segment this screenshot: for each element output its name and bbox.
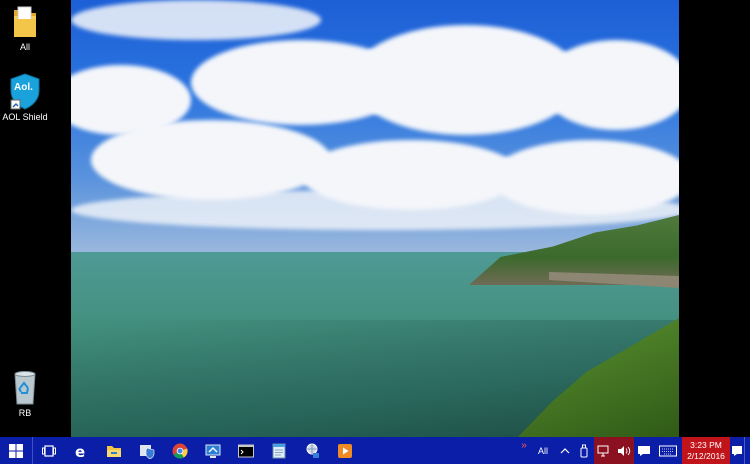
network-status-icon	[597, 445, 609, 456]
message-icon	[638, 445, 650, 456]
volume-icon	[618, 445, 631, 456]
desktop-icon-label: AOL Shield	[2, 112, 48, 122]
media-player-icon	[337, 443, 352, 458]
system-tray: » All 3:23 PM 2/12/2016	[518, 437, 750, 464]
desktop: All Aol. AOL Shield RB	[0, 0, 750, 437]
desktop-icon-recycle-bin[interactable]: RB	[0, 368, 50, 418]
tray-volume-button[interactable]	[614, 437, 634, 464]
toolbar-chevron: »	[521, 440, 527, 451]
desktop-icon-label: RB	[18, 408, 32, 418]
toolbar-expand-button[interactable]: »	[518, 437, 530, 464]
file-explorer-icon	[106, 445, 121, 457]
start-button[interactable]	[0, 437, 32, 464]
chevron-up-icon	[560, 447, 570, 453]
show-desktop-button[interactable]	[744, 437, 750, 464]
taskbar-app-file-explorer[interactable]	[97, 437, 130, 464]
taskbar-app-remote-desktop[interactable]	[196, 437, 229, 464]
cloud	[91, 120, 331, 200]
coastal-seascape-wallpaper	[71, 0, 679, 437]
remote-desktop-icon	[205, 444, 220, 458]
notepad-icon	[272, 443, 285, 458]
toolbar-all-label: All	[537, 445, 548, 456]
tray-messages-button[interactable]	[634, 437, 654, 464]
taskbar-app-media-player[interactable]	[328, 437, 361, 464]
aol-shield-icon: Aol.	[8, 72, 42, 110]
security-shield-icon	[139, 444, 154, 459]
clock-date: 2/12/2016	[687, 450, 725, 461]
show-hidden-icons-button[interactable]	[556, 437, 574, 464]
chrome-icon	[172, 443, 188, 458]
usb-safely-remove-icon	[580, 444, 588, 457]
task-view-button[interactable]	[32, 437, 64, 464]
desktop-icon-aol-shield[interactable]: Aol. AOL Shield	[0, 72, 50, 122]
desktop-icon-all[interactable]: All	[0, 2, 50, 52]
taskbar-app-network[interactable]	[295, 437, 328, 464]
tray-usb-button[interactable]	[574, 437, 594, 464]
action-center-icon	[732, 445, 742, 456]
svg-text:e: e	[75, 443, 85, 459]
toolbar-all-button[interactable]: All	[530, 437, 556, 464]
network-icon	[306, 443, 319, 458]
taskbar-app-notepad[interactable]	[262, 437, 295, 464]
tray-keyboard-button[interactable]	[654, 437, 682, 464]
keyboard-icon	[659, 445, 677, 456]
taskbar-app-chrome[interactable]	[163, 437, 196, 464]
tray-network-button[interactable]	[594, 437, 614, 464]
cloud	[71, 190, 679, 230]
windows-start-icon	[9, 443, 23, 458]
cloud	[541, 40, 679, 130]
recycle-bin-icon	[8, 368, 42, 406]
clock-time: 3:23 PM	[690, 439, 722, 450]
command-prompt-icon	[237, 444, 254, 457]
task-view-icon	[41, 444, 56, 457]
folder-icon	[8, 2, 42, 40]
aol-logo-text: Aol.	[14, 82, 33, 93]
taskbar-app-edge[interactable]: e	[64, 437, 97, 464]
taskbar: e » All 3:23 PM 2/12/2016	[0, 437, 750, 464]
edge-icon: e	[75, 443, 85, 459]
cloud	[71, 0, 321, 40]
action-center-button[interactable]	[730, 437, 744, 464]
taskbar-app-security[interactable]	[130, 437, 163, 464]
taskbar-app-command-prompt[interactable]	[229, 437, 262, 464]
taskbar-clock[interactable]: 3:23 PM 2/12/2016	[682, 437, 730, 464]
desktop-icon-label: All	[19, 42, 30, 52]
